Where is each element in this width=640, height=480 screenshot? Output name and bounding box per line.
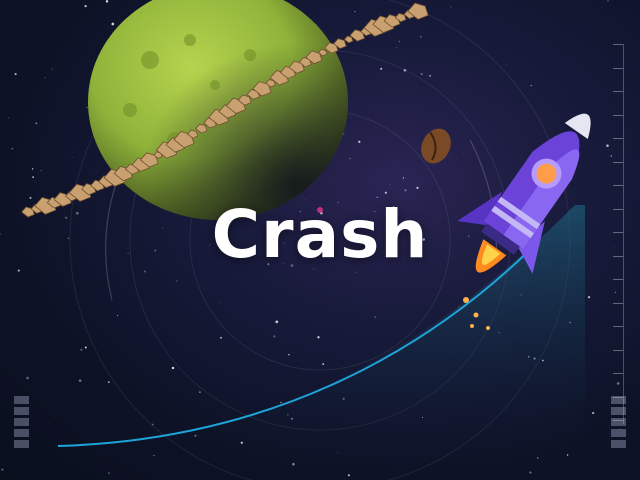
ruler-tick (613, 44, 623, 45)
ruler-tick (613, 138, 623, 139)
ruler-tick (613, 349, 623, 351)
left-level-indicator (14, 396, 29, 451)
ruler-tick (613, 373, 623, 374)
right-level-indicator (611, 396, 626, 451)
ruler-tick (613, 185, 623, 186)
ruler-tick (613, 114, 623, 116)
game-stage: Crash (0, 0, 640, 480)
ruler-tick (613, 326, 623, 327)
ruler-tick (613, 279, 623, 280)
ruler-tick (613, 302, 623, 304)
game-title: Crash (211, 196, 429, 273)
ruler-tick (613, 67, 623, 69)
ruler-tick (613, 161, 623, 163)
ruler-tick (613, 91, 623, 92)
